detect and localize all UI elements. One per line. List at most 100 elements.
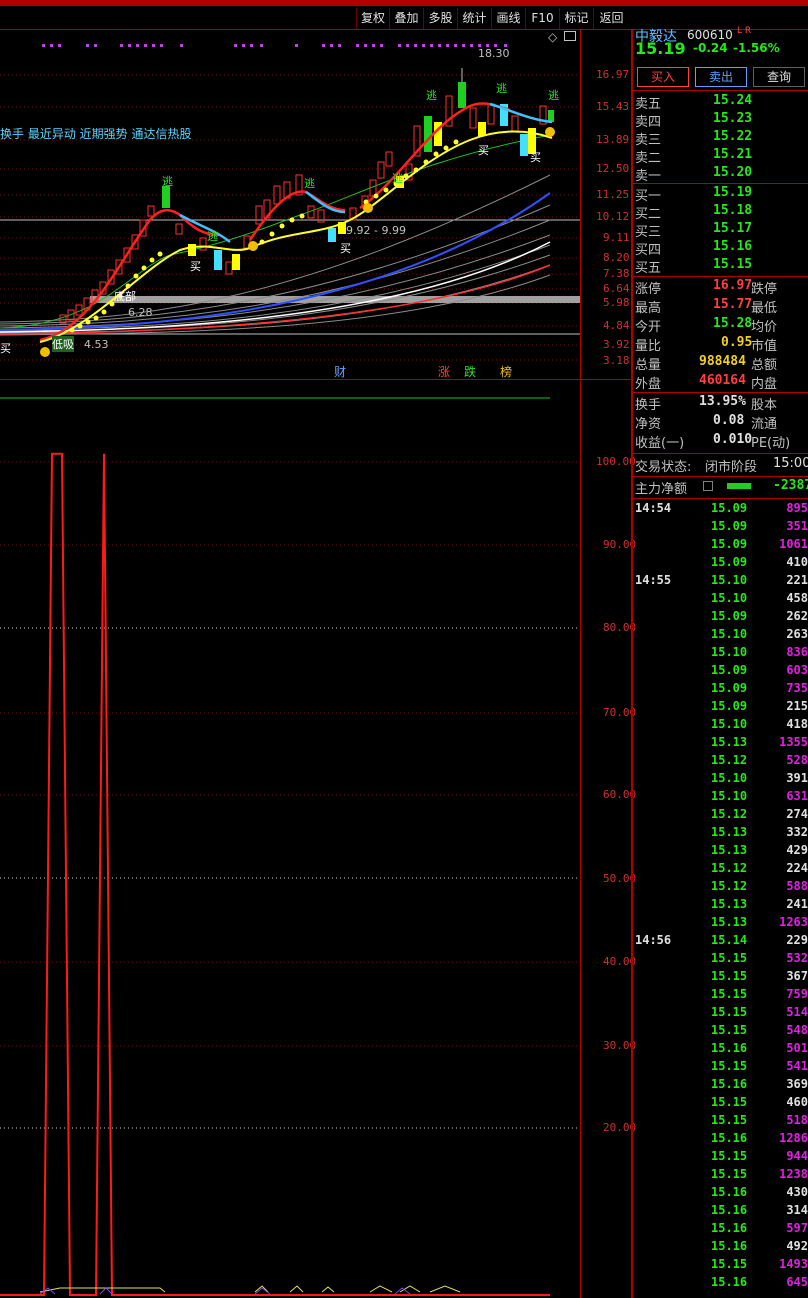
bid-label: 买一 [635,189,662,204]
stat-label: 涨停 [635,282,662,297]
tick-price: 15.10 [711,717,748,731]
indicator-title: 换手 最近异动 近期强势 通达信热股 [0,127,192,141]
bid-row[interactable]: 买四 15.16 [633,239,808,258]
tick-row: 15.16 369 [633,1077,808,1095]
tick-row: 15.09 215 [633,699,808,717]
range-annotation: 9.92 - 9.99 [346,224,406,237]
finance-tag[interactable]: 财 [334,363,346,380]
tick-volume: 514 [786,1005,808,1019]
tick-row: 15.15 460 [633,1095,808,1113]
tick-price: 15.13 [711,735,748,749]
stat-label: 换手 [635,398,662,413]
ask-label: 卖五 [635,97,662,112]
sell-button[interactable]: 卖出 [695,67,747,87]
tick-price: 15.14 [711,933,748,947]
price-change: -0.24 [693,41,728,55]
oscillator-line [0,452,550,1296]
bid-row[interactable]: 买五 15.15 [633,257,808,276]
main-force-row[interactable]: 主力净额 -2387 [633,478,808,497]
draw-line-button[interactable]: 画线 [491,8,525,29]
tick-row: 15.10 631 [633,789,808,807]
candlesticks [59,68,554,324]
tick-row: 15.15 367 [633,969,808,987]
divider [633,183,808,184]
bid-price: 15.17 [713,221,753,236]
back-button[interactable]: 返回 [593,8,629,29]
tick-row: 15.13 241 [633,897,808,915]
tick-row: 15.16 597 [633,1221,808,1239]
tick-price: 15.12 [711,807,748,821]
statistics-button[interactable]: 统计 [457,8,491,29]
price-tick: 12.50 [596,162,630,175]
stat-label: 均价 [751,320,778,335]
bid-row[interactable]: 买一 15.19 [633,185,808,204]
diamond-icon[interactable]: ◇ [548,30,557,44]
bid-row[interactable]: 买三 15.17 [633,221,808,240]
flee-marker-4: 逃 [392,172,403,185]
ask-row[interactable]: 卖四 15.23 [633,111,808,130]
tick-price: 15.16 [711,1131,748,1145]
stat-label: 收益(一) [635,436,685,451]
price-tick: 5.98 [603,296,630,309]
tick-price: 15.16 [711,1185,748,1199]
upper-gridlines [0,74,580,361]
menu-icon[interactable] [703,481,713,491]
tick-volume: 215 [786,699,808,713]
tick-row: 15.12 528 [633,753,808,771]
tick-price: 15.16 [711,1239,748,1253]
restore-rights-button[interactable]: 复权 [356,8,389,29]
tick-price: 15.09 [711,699,748,713]
tick-price: 15.15 [711,1059,748,1073]
overlay-button[interactable]: 叠加 [389,8,423,29]
stat-label: 总量 [635,358,662,373]
tick-row: 15.16 645 [633,1275,808,1293]
stat-label: 跌停 [751,282,778,297]
ask-row[interactable]: 卖二 15.21 [633,147,808,166]
bid-row[interactable]: 买二 15.18 [633,203,808,222]
tick-row: 15.10 836 [633,645,808,663]
buy-marker-4: 买 [530,151,541,164]
flee-marker-2: 逃 [207,230,218,243]
tick-price: 15.09 [711,519,748,533]
bid-label: 买四 [635,243,662,258]
tick-volume: 314 [786,1203,808,1217]
tick-volume: 332 [786,825,808,839]
tick-list[interactable]: 14:54 15.09 895 15.09 351 15.09 1061 15.09 410 14… [633,501,808,1298]
tick-price: 15.12 [711,753,748,767]
divider [633,392,808,393]
buy-marker-1: 买 [190,260,201,273]
ask-row[interactable]: 卖五 15.24 [633,93,808,112]
tick-row: 15.12 224 [633,861,808,879]
tick-row: 15.12 274 [633,807,808,825]
f10-button[interactable]: F10 [525,8,559,29]
chart-pane[interactable]: 换手 最近异动 近期强势 通达信热股 18.30 9.92 - 9.99 6.2… [0,30,636,1298]
osc-tick: 100.00 [596,455,636,468]
tick-price: 15.16 [711,1275,748,1289]
ask-row[interactable]: 卖一 15.20 [633,165,808,184]
flee-marker-5: 逃 [426,89,437,102]
tick-volume: 603 [786,663,808,677]
tick-volume: 895 [786,501,808,515]
mark-button[interactable]: 标记 [559,8,593,29]
limit-down-tag[interactable]: 跌 [464,363,476,380]
limit-up-tag[interactable]: 涨 [438,363,450,380]
stat-row: 最高 15.77 最低 [633,297,808,316]
ask-label: 卖一 [635,169,662,184]
buy-button[interactable]: 买入 [637,67,689,87]
stock-flags: L R [737,26,752,36]
window-toggle-icon[interactable] [564,31,576,41]
tick-price: 15.15 [711,1023,748,1037]
stat-row: 涨停 16.97 跌停 [633,278,808,297]
multi-stock-button[interactable]: 多股 [423,8,457,29]
tick-row: 15.15 1493 [633,1257,808,1275]
tick-volume: 1238 [779,1167,808,1181]
tick-row: 15.10 458 [633,591,808,609]
tick-row: 15.12 588 [633,879,808,897]
stat-value: 16.97 [713,278,753,293]
rank-tag[interactable]: 榜 [500,363,512,380]
tick-price: 15.10 [711,645,748,659]
tick-volume: 418 [786,717,808,731]
ask-row[interactable]: 卖三 15.22 [633,129,808,148]
query-button[interactable]: 查询 [753,67,805,87]
tick-volume: 528 [786,753,808,767]
